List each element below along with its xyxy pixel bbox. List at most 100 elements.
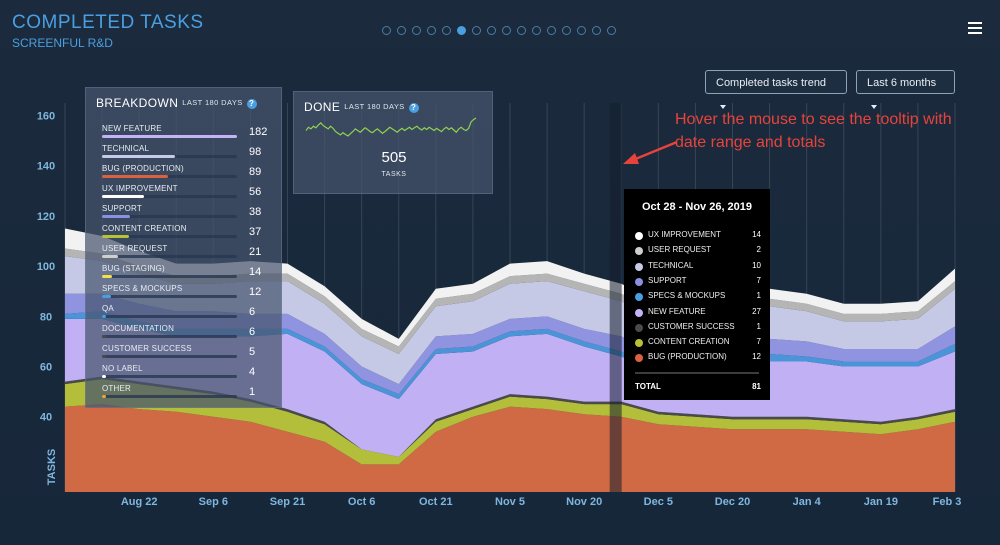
breakdown-bar-track	[102, 375, 237, 378]
page-dot[interactable]	[577, 26, 586, 35]
page-dot[interactable]	[562, 26, 571, 35]
breakdown-bar	[102, 315, 107, 318]
page-dot[interactable]	[487, 26, 496, 35]
breakdown-count: 1	[249, 386, 256, 398]
breakdown-bar-track	[102, 235, 237, 238]
y-tick-label: 40	[40, 412, 52, 424]
breakdown-row[interactable]: CUSTOMER SUCCESS 5	[102, 344, 272, 358]
page-dot[interactable]	[412, 26, 421, 35]
y-tick-label: 60	[40, 362, 52, 374]
breakdown-label: DOCUMENTATION	[102, 324, 175, 333]
x-tick-label: Feb 3	[933, 496, 962, 508]
breakdown-bar-track	[102, 255, 237, 258]
x-tick-label: Jan 4	[793, 496, 822, 508]
menu-icon[interactable]	[968, 22, 982, 34]
page-dot[interactable]	[472, 26, 481, 35]
breakdown-subtitle: LAST 180 DAYS	[182, 98, 243, 107]
breakdown-row[interactable]: SPECS & MOCKUPS 12	[102, 284, 272, 298]
breakdown-bar	[102, 175, 169, 178]
range-dropdown-label: Last 6 months	[867, 77, 937, 89]
breakdown-row[interactable]: BUG (STAGING) 14	[102, 264, 272, 278]
page-title: COMPLETED TASKS	[12, 12, 204, 33]
breakdown-row[interactable]: CONTENT CREATION 37	[102, 224, 272, 238]
breakdown-label: NEW FEATURE	[102, 124, 162, 133]
tooltip-date-range: Oct 28 - Nov 26, 2019	[641, 201, 753, 213]
breakdown-row[interactable]: DOCUMENTATION 6	[102, 324, 272, 338]
tooltip-row: NEW FEATURE 27	[635, 307, 761, 320]
breakdown-count: 98	[249, 146, 262, 158]
breakdown-bar-track	[102, 335, 237, 338]
tooltip-series-value: 1	[756, 291, 761, 301]
tooltip-series-name: CUSTOMER SUCCESS	[648, 321, 735, 331]
breakdown-bar-track	[102, 395, 237, 398]
breakdown-label: TECHNICAL	[102, 144, 150, 153]
x-tick-label: Dec 20	[715, 496, 750, 508]
page-dot[interactable]	[382, 26, 391, 35]
page-dot[interactable]	[532, 26, 541, 35]
breakdown-bar	[102, 155, 175, 158]
breakdown-row[interactable]: NO LABEL 4	[102, 364, 272, 378]
breakdown-row[interactable]: BUG (PRODUCTION) 89	[102, 164, 272, 178]
breakdown-row[interactable]: USER REQUEST 21	[102, 244, 272, 258]
y-tick-label: 80	[40, 311, 52, 323]
page-dot[interactable]	[457, 26, 466, 35]
page-dot[interactable]	[442, 26, 451, 35]
breakdown-title: BREAKDOWN LAST 180 DAYS?	[96, 96, 257, 110]
breakdown-bar	[102, 335, 107, 338]
breakdown-row[interactable]: SUPPORT 38	[102, 204, 272, 218]
page-dot[interactable]	[427, 26, 436, 35]
tooltip-series-value: 12	[752, 352, 761, 362]
page-dot[interactable]	[517, 26, 526, 35]
tooltip-series-name: CONTENT CREATION	[648, 337, 730, 347]
help-icon[interactable]: ?	[246, 99, 257, 109]
tooltip-total: TOTAL 81	[635, 382, 761, 391]
tooltip-series-value: 14	[752, 230, 761, 239]
breakdown-count: 12	[249, 286, 262, 298]
page-dot[interactable]	[592, 26, 601, 35]
page-dot[interactable]	[607, 26, 616, 35]
tooltip-row: TECHNICAL 10	[635, 261, 761, 274]
page-subtitle: SCREENFUL R&D	[12, 36, 113, 50]
breakdown-bar	[102, 275, 113, 278]
breakdown-row[interactable]: OTHER 1	[102, 384, 272, 398]
y-tick-label: 160	[37, 111, 55, 123]
tooltip-row: CUSTOMER SUCCESS 1	[635, 322, 761, 335]
breakdown-label: SPECS & MOCKUPS	[102, 284, 183, 293]
breakdown-bar-track	[102, 295, 237, 298]
chart-tooltip: Oct 28 - Nov 26, 2019 UX IMPROVEMENT 14 US…	[624, 189, 770, 400]
y-axis-ticks: 40 60 80 100 120 140 160	[37, 111, 55, 424]
breakdown-row[interactable]: TECHNICAL 98	[102, 144, 272, 158]
trend-dropdown[interactable]: Completed tasks trend	[705, 70, 847, 110]
page-dot[interactable]	[547, 26, 556, 35]
x-tick-label: Sep 21	[270, 496, 305, 508]
breakdown-row[interactable]: NEW FEATURE 182	[102, 124, 272, 138]
breakdown-bar-track	[102, 315, 237, 318]
tooltip-series-name: BUG (PRODUCTION)	[648, 352, 727, 362]
breakdown-bar	[102, 195, 144, 198]
breakdown-count: 38	[249, 206, 262, 218]
breakdown-bar-track	[102, 275, 237, 278]
breakdown-label: SUPPORT	[102, 204, 142, 213]
x-tick-label: Oct 21	[419, 496, 453, 508]
tooltip-divider	[635, 372, 759, 374]
tooltip-total-value: 81	[752, 382, 761, 391]
range-dropdown[interactable]: Last 6 months	[856, 70, 955, 110]
breakdown-count: 5	[249, 346, 256, 358]
dashboard: 40 60 80 100 120 140 160 Aug 22 Sep 6 Sep 21 Oct …	[0, 0, 1000, 545]
breakdown-label: BUG (PRODUCTION)	[102, 164, 184, 173]
breakdown-bar-track	[102, 355, 237, 358]
breakdown-row[interactable]: UX IMPROVEMENT 56	[102, 184, 272, 198]
breakdown-label: OTHER	[102, 384, 131, 393]
breakdown-bar-track	[102, 155, 237, 158]
legend-swatch-icon	[635, 308, 643, 317]
page-pagination[interactable]	[382, 26, 616, 35]
page-dot[interactable]	[502, 26, 511, 35]
x-tick-label: Dec 5	[644, 496, 673, 508]
breakdown-count: 6	[249, 306, 256, 318]
legend-swatch-icon	[635, 247, 643, 256]
tooltip-row: CONTENT CREATION 7	[635, 337, 761, 350]
tooltip-row: SUPPORT 7	[635, 276, 761, 289]
done-sparkline	[305, 117, 477, 137]
page-dot[interactable]	[397, 26, 406, 35]
breakdown-row[interactable]: QA 6	[102, 304, 272, 318]
